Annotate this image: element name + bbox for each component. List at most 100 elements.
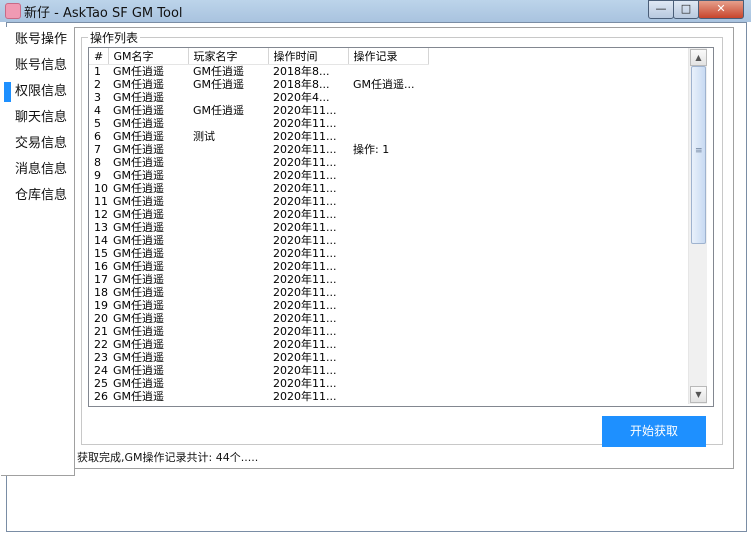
table-row[interactable]: 22 GM任逍遥 2020年11... xyxy=(89,338,428,351)
vertical-scrollbar[interactable]: ▲ ≡ ▼ xyxy=(688,48,707,404)
cell-record xyxy=(348,156,428,169)
cell-record: 操作: 1 xyxy=(353,143,390,156)
cell-player-name xyxy=(188,273,268,286)
sidebar-item-permission-info[interactable]: 权限信息 xyxy=(1,79,74,105)
table-row[interactable]: 11 GM任逍遥 2020年11... xyxy=(89,195,428,208)
sidebar-item-chat-info[interactable]: 聊天信息 xyxy=(1,105,74,131)
table-row[interactable]: 25 GM任逍遥 2020年11... xyxy=(89,377,428,390)
cell-index: 4 xyxy=(94,104,101,117)
column-header-record[interactable]: 操作记录 xyxy=(348,48,429,65)
table-row[interactable]: 23 GM任逍遥 2020年11... xyxy=(89,351,428,364)
table-row[interactable]: 17 GM任逍遥 2020年11... xyxy=(89,273,428,286)
table-row[interactable]: 20 GM任逍遥 2020年11... xyxy=(89,312,428,325)
cell-time: 2020年11... xyxy=(273,286,337,299)
sidebar-item-account-info[interactable]: 账号信息 xyxy=(1,53,74,79)
cell-player-name xyxy=(188,364,268,377)
cell-gm-name: GM任逍遥 xyxy=(113,104,165,117)
cell-index: 26 xyxy=(94,390,108,403)
table-row[interactable]: 26 GM任逍遥 2020年11... xyxy=(89,390,428,403)
cell-gm-name: GM任逍遥 xyxy=(113,195,165,208)
table-row[interactable]: 24 GM任逍遥 2020年11... xyxy=(89,364,428,377)
cell-record xyxy=(348,234,428,247)
cell-gm-name: GM任逍遥 xyxy=(113,247,165,260)
cell-time: 2020年11... xyxy=(273,221,337,234)
table-row[interactable]: 13 GM任逍遥 2020年11... xyxy=(89,221,428,234)
cell-index: 5 xyxy=(94,117,101,130)
column-header-time[interactable]: 操作时间 xyxy=(268,48,349,65)
cell-player-name xyxy=(188,260,268,273)
cell-record xyxy=(348,299,428,312)
cell-index: 6 xyxy=(94,130,101,143)
sidebar-item-message-info[interactable]: 消息信息 xyxy=(1,157,74,183)
cell-player-name xyxy=(188,195,268,208)
table-row[interactable]: 9 GM任逍遥 2020年11... xyxy=(89,169,428,182)
cell-time: 2020年11... xyxy=(273,377,337,390)
table-row[interactable]: 14 GM任逍遥 2020年11... xyxy=(89,234,428,247)
cell-player-name xyxy=(188,156,268,169)
scrollbar-thumb[interactable]: ≡ xyxy=(691,66,706,244)
status-text: 获取完成,GM操作记录共计: 44个..... xyxy=(77,451,259,464)
cell-time: 2020年11... xyxy=(273,325,337,338)
table-row[interactable]: 16 GM任逍遥 2020年11... xyxy=(89,260,428,273)
table-row[interactable]: 5 GM任逍遥 2020年11... xyxy=(89,117,428,130)
table-row[interactable]: 4 GM任逍遥 GM任逍遥 2020年11... xyxy=(89,104,428,117)
table-row[interactable]: 12 GM任逍遥 2020年11... xyxy=(89,208,428,221)
cell-time: 2018年8... xyxy=(273,78,330,91)
table-row[interactable]: 6 GM任逍遥 测试 2020年11... xyxy=(89,130,428,143)
maximize-button[interactable]: □ xyxy=(673,0,699,19)
cell-player-name xyxy=(188,338,268,351)
table-row[interactable]: 3 GM任逍遥 2020年4... xyxy=(89,91,428,104)
table-row[interactable]: 2 GM任逍遥 GM任逍遥 2018年8... GM任逍遥... xyxy=(89,78,428,91)
cell-player-name xyxy=(188,208,268,221)
cell-index: 16 xyxy=(94,260,108,273)
column-header-index[interactable]: # xyxy=(89,48,109,65)
table-row[interactable]: 10 GM任逍遥 2020年11... xyxy=(89,182,428,195)
scroll-up-icon[interactable]: ▲ xyxy=(690,49,707,66)
cell-gm-name: GM任逍遥 xyxy=(113,325,165,338)
operation-list[interactable]: # GM名字 玩家名字 操作时间 操作记录 1 GM任逍遥 GM任逍遥 2018年8.… xyxy=(88,47,714,407)
table-row[interactable]: 1 GM任逍遥 GM任逍遥 2018年8... xyxy=(89,65,428,79)
cell-record xyxy=(348,364,428,377)
cell-index: 11 xyxy=(94,195,108,208)
cell-player-name xyxy=(188,351,268,364)
column-header-gm-name[interactable]: GM名字 xyxy=(108,48,189,65)
cell-index: 24 xyxy=(94,364,108,377)
table-row[interactable]: 21 GM任逍遥 2020年11... xyxy=(89,325,428,338)
table-row[interactable]: 19 GM任逍遥 2020年11... xyxy=(89,299,428,312)
minimize-button[interactable]: — xyxy=(648,0,674,19)
cell-gm-name: GM任逍遥 xyxy=(113,78,165,91)
cell-index: 19 xyxy=(94,299,108,312)
sidebar-item-warehouse-info[interactable]: 仓库信息 xyxy=(1,183,74,209)
sidebar-item-trade-info[interactable]: 交易信息 xyxy=(1,131,74,157)
cell-gm-name: GM任逍遥 xyxy=(113,182,165,195)
cell-record xyxy=(348,130,428,143)
scroll-down-icon[interactable]: ▼ xyxy=(690,386,707,403)
start-fetch-button[interactable]: 开始获取 xyxy=(602,416,706,447)
cell-gm-name: GM任逍遥 xyxy=(113,143,165,156)
cell-player-name xyxy=(188,325,268,338)
cell-player-name xyxy=(188,169,268,182)
cell-player-name xyxy=(188,91,268,104)
table-header: # GM名字 玩家名字 操作时间 操作记录 xyxy=(89,48,429,65)
cell-time: 2020年11... xyxy=(273,143,337,156)
cell-index: 1 xyxy=(94,65,101,78)
table-row[interactable]: 18 GM任逍遥 2020年11... xyxy=(89,286,428,299)
cell-index: 20 xyxy=(94,312,108,325)
sidebar-item-account-ops[interactable]: 账号操作 xyxy=(1,27,74,53)
column-header-player-name[interactable]: 玩家名字 xyxy=(188,48,269,65)
cell-record xyxy=(348,182,428,195)
table-row[interactable]: 15 GM任逍遥 2020年11... xyxy=(89,247,428,260)
table-row[interactable]: 7 GM任逍遥 2020年11... 操作: 1 xyxy=(89,143,428,156)
cell-record xyxy=(348,247,428,260)
table-row[interactable]: 8 GM任逍遥 2020年11... xyxy=(89,156,428,169)
close-button[interactable]: ✕ xyxy=(698,0,744,19)
cell-time: 2020年11... xyxy=(273,117,337,130)
cell-time: 2020年11... xyxy=(273,104,337,117)
cell-gm-name: GM任逍遥 xyxy=(113,156,165,169)
cell-time: 2020年11... xyxy=(273,260,337,273)
cell-gm-name: GM任逍遥 xyxy=(113,377,165,390)
cell-player-name xyxy=(188,182,268,195)
cell-time: 2020年11... xyxy=(273,390,337,403)
cell-record xyxy=(348,117,428,130)
cell-time: 2020年11... xyxy=(273,338,337,351)
